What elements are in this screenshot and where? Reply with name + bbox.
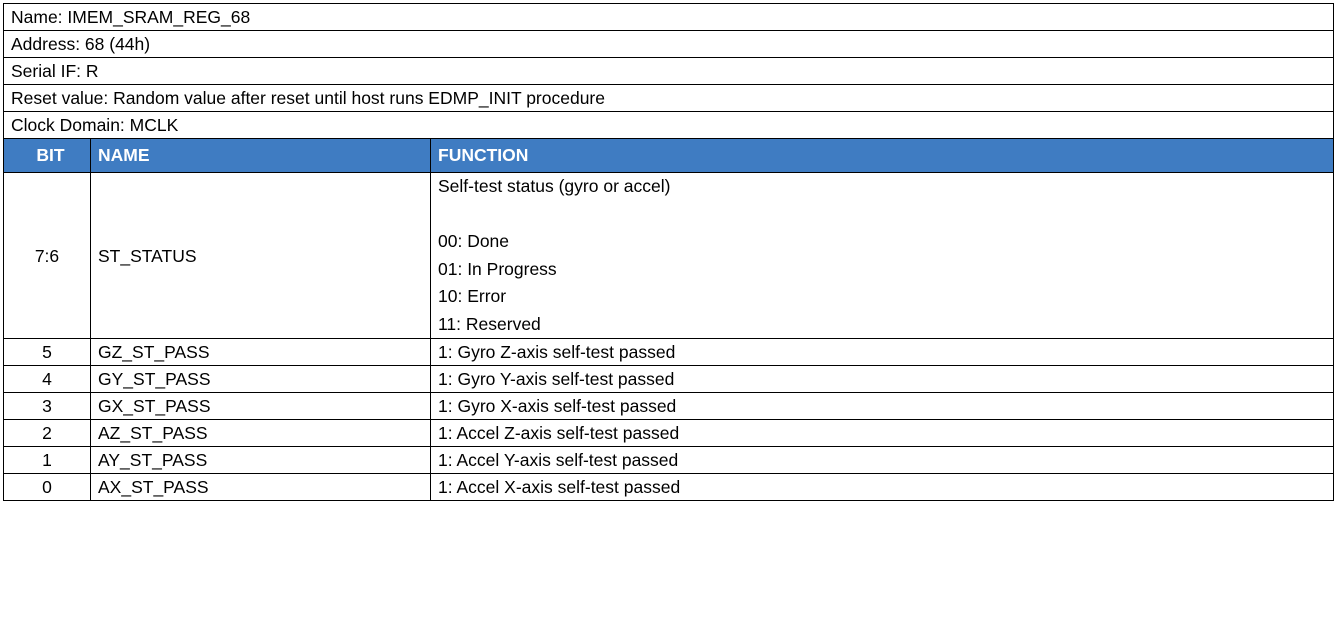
- table-row: 7:6 ST_STATUS Self-test status (gyro or …: [3, 172, 1335, 339]
- column-header-bit: BIT: [3, 138, 91, 173]
- field-name-cell: ST_STATUS: [90, 172, 431, 339]
- function-cell: 1: Accel X-axis self-test passed: [429, 473, 1335, 501]
- function-line: 10: Error: [438, 286, 507, 306]
- table-row: 5 GZ_ST_PASS 1: Gyro Z-axis self-test pa…: [3, 338, 1335, 366]
- function-cell: Self-test status (gyro or accel) 00: Don…: [429, 172, 1335, 339]
- bit-cell: 2: [3, 419, 91, 447]
- function-line: 11: Reserved: [438, 313, 541, 334]
- info-row-serial-if: Serial IF: R: [2, 57, 1335, 85]
- function-line: 01: In Progress: [438, 258, 557, 279]
- bit-cell: 3: [3, 392, 91, 420]
- register-reset-value: Reset value: Random value after reset un…: [2, 84, 1335, 112]
- bit-cell: 7:6: [3, 172, 91, 339]
- info-row-clock-domain: Clock Domain: MCLK: [2, 111, 1335, 139]
- field-name-cell: AY_ST_PASS: [90, 446, 431, 474]
- field-name-cell: GX_ST_PASS: [90, 392, 431, 420]
- register-clock-domain: Clock Domain: MCLK: [2, 111, 1335, 139]
- function-cell: 1: Accel Z-axis self-test passed: [429, 419, 1335, 447]
- function-cell: 1: Gyro X-axis self-test passed: [429, 392, 1335, 420]
- function-cell: 1: Gyro Z-axis self-test passed: [429, 338, 1335, 366]
- column-header-function: FUNCTION: [429, 138, 1335, 173]
- table-row: 3 GX_ST_PASS 1: Gyro X-axis self-test pa…: [3, 392, 1335, 420]
- register-address: Address: 68 (44h): [2, 30, 1335, 58]
- field-name-cell: GZ_ST_PASS: [90, 338, 431, 366]
- table-row: 0 AX_ST_PASS 1: Accel X-axis self-test p…: [3, 473, 1335, 501]
- table-row: 4 GY_ST_PASS 1: Gyro Y-axis self-test pa…: [3, 365, 1335, 393]
- function-cell: 1: Accel Y-axis self-test passed: [429, 446, 1335, 474]
- bit-cell: 5: [3, 338, 91, 366]
- function-line: Self-test status (gyro or accel): [438, 176, 671, 196]
- field-name-cell: GY_ST_PASS: [90, 365, 431, 393]
- field-name-cell: AX_ST_PASS: [90, 473, 431, 501]
- function-line-blank: [438, 201, 1333, 229]
- bit-cell: 4: [3, 365, 91, 393]
- function-cell: 1: Gyro Y-axis self-test passed: [429, 365, 1335, 393]
- field-name-cell: AZ_ST_PASS: [90, 419, 431, 447]
- table-header-row: BIT NAME FUNCTION: [3, 138, 1335, 173]
- info-row-name: Name: IMEM_SRAM_REG_68: [2, 3, 1335, 31]
- register-name: Name: IMEM_SRAM_REG_68: [2, 3, 1335, 31]
- register-table: Name: IMEM_SRAM_REG_68 Address: 68 (44h)…: [2, 3, 1335, 501]
- bit-cell: 1: [3, 446, 91, 474]
- table-row: 1 AY_ST_PASS 1: Accel Y-axis self-test p…: [3, 446, 1335, 474]
- table-row: 2 AZ_ST_PASS 1: Accel Z-axis self-test p…: [3, 419, 1335, 447]
- column-header-name: NAME: [90, 138, 431, 173]
- function-line: 00: Done: [438, 231, 510, 251]
- bit-cell: 0: [3, 473, 91, 501]
- register-serial-if: Serial IF: R: [2, 57, 1335, 85]
- info-row-address: Address: 68 (44h): [2, 30, 1335, 58]
- info-row-reset-value: Reset value: Random value after reset un…: [2, 84, 1335, 112]
